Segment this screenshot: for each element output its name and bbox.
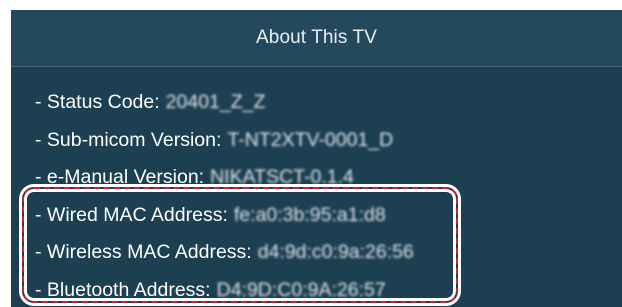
status-code-value: 20401_Z_Z bbox=[165, 91, 266, 114]
bluetooth-address-value: D4:9D:C0:9A:26:57 bbox=[216, 278, 386, 301]
status-code-row: - Status Code: 20401_Z_Z bbox=[35, 84, 615, 122]
dialog-title: About This TV bbox=[256, 27, 377, 48]
bluetooth-address-row: - Bluetooth Address: D4:9D:C0:9A:26:57 bbox=[35, 272, 615, 307]
e-manual-version-value: NIKATSCT-0.1.4 bbox=[210, 166, 354, 189]
screenshot-frame: About This TV - Status Code: 20401_Z_Z -… bbox=[0, 0, 622, 307]
wired-mac-address-row: - Wired MAC Address: fe:a0:3b:95:a1:d8 bbox=[35, 197, 615, 235]
wired-mac-address-value: fe:a0:3b:95:a1:d8 bbox=[233, 203, 386, 226]
sub-micom-version-row: - Sub-micom Version: T-NT2XTV-0001_D bbox=[35, 122, 615, 160]
sub-micom-version-value: T-NT2XTV-0001_D bbox=[227, 128, 394, 151]
wired-mac-address-label: - Wired MAC Address: bbox=[35, 203, 228, 226]
about-tv-dialog: About This TV - Status Code: 20401_Z_Z -… bbox=[11, 10, 622, 307]
bluetooth-address-label: - Bluetooth Address: bbox=[35, 278, 211, 301]
wireless-mac-address-label: - Wireless MAC Address: bbox=[35, 241, 252, 264]
e-manual-version-label: - e-Manual Version: bbox=[35, 166, 205, 189]
wireless-mac-address-row: - Wireless MAC Address: d4:9d:c0:9a:26:5… bbox=[35, 234, 615, 272]
wireless-mac-address-value: d4:9d:c0:9a:26:56 bbox=[257, 241, 414, 264]
dialog-header: About This TV bbox=[11, 10, 622, 67]
info-list: - Status Code: 20401_Z_Z - Sub-micom Ver… bbox=[35, 84, 615, 307]
status-code-label: - Status Code: bbox=[35, 91, 160, 114]
e-manual-version-row: - e-Manual Version: NIKATSCT-0.1.4 bbox=[35, 159, 615, 197]
sub-micom-version-label: - Sub-micom Version: bbox=[35, 128, 222, 151]
